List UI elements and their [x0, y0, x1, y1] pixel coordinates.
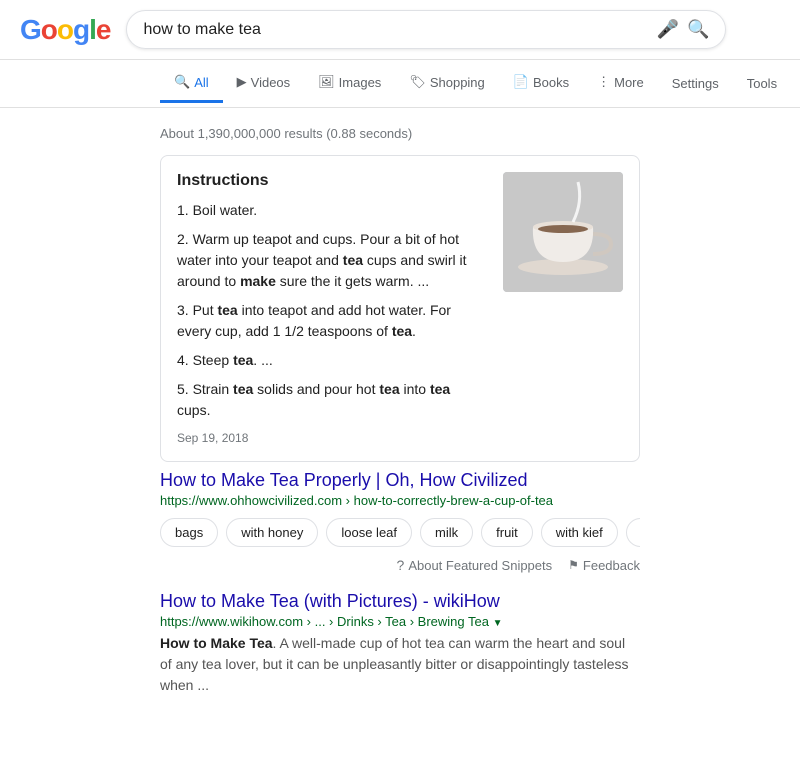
about-featured-snippets-link[interactable]: ? About Featured Snippets	[397, 557, 553, 573]
videos-icon: ▶	[237, 74, 247, 90]
tab-videos-label: Videos	[251, 75, 291, 90]
step-3: 3. Put tea into teapot and add hot water…	[177, 300, 487, 342]
tab-all-label: All	[194, 75, 208, 90]
chip-loose-leaf[interactable]: loose leaf	[326, 518, 412, 547]
search-bar[interactable]: 🎤 🔍	[126, 10, 726, 49]
step-5: 5. Strain tea solids and pour hot tea in…	[177, 379, 487, 421]
tab-shopping[interactable]: 🏷 Shopping	[395, 64, 498, 103]
tab-images-label: Images	[339, 75, 382, 90]
results-count: About 1,390,000,000 results (0.88 second…	[160, 126, 640, 141]
microphone-icon[interactable]: 🎤	[657, 19, 679, 40]
snippet-inner: Instructions 1. Boil water. 2. Warm up t…	[177, 172, 623, 445]
tab-more-label: More	[614, 75, 644, 90]
nav-tabs: 🔍 All ▶ Videos 🖼 Images 🏷 Shopping 📄 Boo…	[0, 60, 800, 108]
snippet-steps: 1. Boil water. 2. Warm up teapot and cup…	[177, 200, 487, 421]
snippet-link-title[interactable]: How to Make Tea Properly | Oh, How Civil…	[160, 470, 640, 491]
chip-with-kief[interactable]: with kief	[541, 518, 618, 547]
tab-images[interactable]: 🖼 Images	[304, 64, 395, 103]
feedback-icon: ⚑	[568, 558, 579, 572]
settings-link[interactable]: Settings	[658, 66, 733, 101]
step-2: 2. Warm up teapot and cups. Pour a bit o…	[177, 229, 487, 292]
about-featured-snippets-label: About Featured Snippets	[408, 558, 552, 573]
search-icon[interactable]: 🔍	[687, 19, 709, 40]
books-icon: 📄	[513, 74, 529, 90]
second-result-url: https://www.wikihow.com › ... › Drinks ›…	[160, 614, 640, 629]
tab-books[interactable]: 📄 Books	[499, 64, 583, 103]
snippet-date: Sep 19, 2018	[177, 431, 487, 445]
snippet-content: Instructions 1. Boil water. 2. Warm up t…	[177, 172, 487, 445]
main-content: About 1,390,000,000 results (0.88 second…	[0, 108, 800, 716]
images-icon: 🖼	[318, 74, 335, 90]
tab-more[interactable]: ⋮ More	[583, 64, 658, 103]
feedback-link[interactable]: ⚑ Feedback	[568, 558, 640, 573]
more-icon: ⋮	[597, 74, 610, 90]
tab-shopping-label: Shopping	[430, 75, 485, 90]
all-icon: 🔍	[174, 74, 190, 90]
snippet-footer: ? About Featured Snippets ⚑ Feedback	[160, 557, 640, 573]
tab-books-label: Books	[533, 75, 569, 90]
step-1: 1. Boil water.	[177, 200, 487, 221]
chip-with-honey[interactable]: with honey	[226, 518, 318, 547]
shopping-icon: 🏷	[409, 74, 426, 90]
step-4: 4. Steep tea. ...	[177, 350, 487, 371]
feedback-label: Feedback	[583, 558, 640, 573]
question-icon: ?	[397, 557, 405, 573]
tools-link[interactable]: Tools	[733, 66, 791, 101]
snippet-image	[503, 172, 623, 292]
tab-all[interactable]: 🔍 All	[160, 64, 223, 103]
featured-snippet: Instructions 1. Boil water. 2. Warm up t…	[160, 155, 640, 462]
chip-fruit[interactable]: fruit	[481, 518, 533, 547]
snippet-title: Instructions	[177, 172, 487, 190]
chip-bags[interactable]: bags	[160, 518, 218, 547]
header: Google 🎤 🔍	[0, 0, 800, 60]
tab-videos[interactable]: ▶ Videos	[223, 64, 305, 103]
google-logo: Google	[20, 14, 110, 46]
snippet-result-link: How to Make Tea Properly | Oh, How Civil…	[160, 470, 640, 508]
snippet-link-url: https://www.ohhowcivilized.com › how-to-…	[160, 493, 640, 508]
second-result-url-text: https://www.wikihow.com › ... › Drinks ›…	[160, 614, 489, 629]
second-result-title[interactable]: How to Make Tea (with Pictures) - wikiHo…	[160, 591, 640, 612]
second-result: How to Make Tea (with Pictures) - wikiHo…	[160, 591, 640, 696]
chip-cakes[interactable]: cakes	[626, 518, 640, 547]
second-result-snippet: How to Make Tea. A well-made cup of hot …	[160, 633, 640, 696]
chip-milk[interactable]: milk	[420, 518, 473, 547]
search-input[interactable]	[143, 21, 648, 39]
dropdown-arrow-icon[interactable]: ▼	[493, 618, 503, 629]
snippet-bold-how: How to Make Tea	[160, 635, 273, 651]
chips-row: bags with honey loose leaf milk fruit wi…	[160, 518, 640, 547]
